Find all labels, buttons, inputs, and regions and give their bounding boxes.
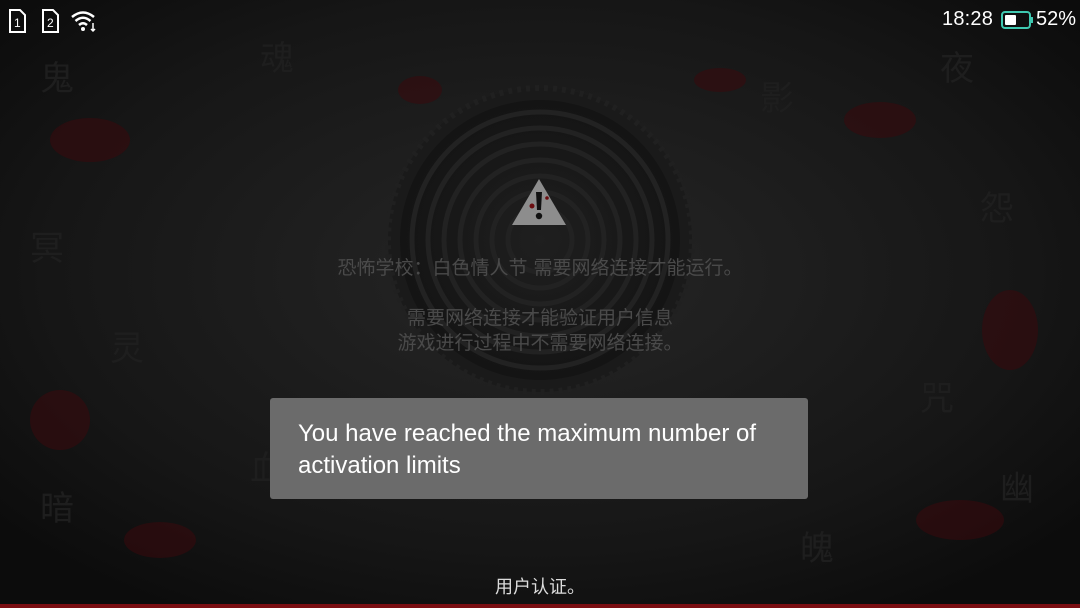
svg-text:幽: 幽 (1000, 469, 1034, 509)
activation-limit-toast: You have reached the maximum number of a… (270, 398, 808, 499)
svg-text:影: 影 (760, 79, 794, 119)
svg-text:2: 2 (47, 16, 54, 30)
svg-text:1: 1 (14, 16, 21, 30)
svg-text:魄: 魄 (800, 529, 834, 569)
user-auth-button[interactable]: 用户认证。 (0, 573, 1080, 599)
network-required-message: 恐怖学校：白色情人节 需要网络连接才能运行。 (337, 257, 743, 279)
background-art: 鬼魂影 夜冥怨 灵咒暗 血魄幽 (0, 0, 1080, 608)
svg-text:暗: 暗 (40, 489, 74, 529)
verification-message: 需要网络连接才能验证用户信息 (406, 307, 673, 329)
toast-text: You have reached the maximum number of a… (298, 420, 757, 479)
battery-icon (1001, 11, 1033, 29)
warning-icon (510, 176, 568, 228)
sim2-icon: 2 (41, 9, 59, 33)
status-time: 18:28 (942, 8, 994, 30)
bottom-accent-line (0, 604, 1080, 608)
svg-text:魂: 魂 (260, 39, 294, 79)
sim1-icon: 1 (8, 9, 26, 33)
offline-play-message: 游戏进行过程中不需要网络连接。 (397, 332, 683, 354)
status-bar: 1 2 18:28 52% (0, 0, 1080, 44)
svg-text:鬼: 鬼 (40, 59, 74, 99)
svg-text:怨: 怨 (980, 189, 1014, 229)
svg-text:夜: 夜 (940, 49, 974, 89)
svg-text:咒: 咒 (920, 379, 954, 419)
wifi-icon (70, 8, 98, 34)
battery-percent: 52% (1036, 8, 1077, 30)
